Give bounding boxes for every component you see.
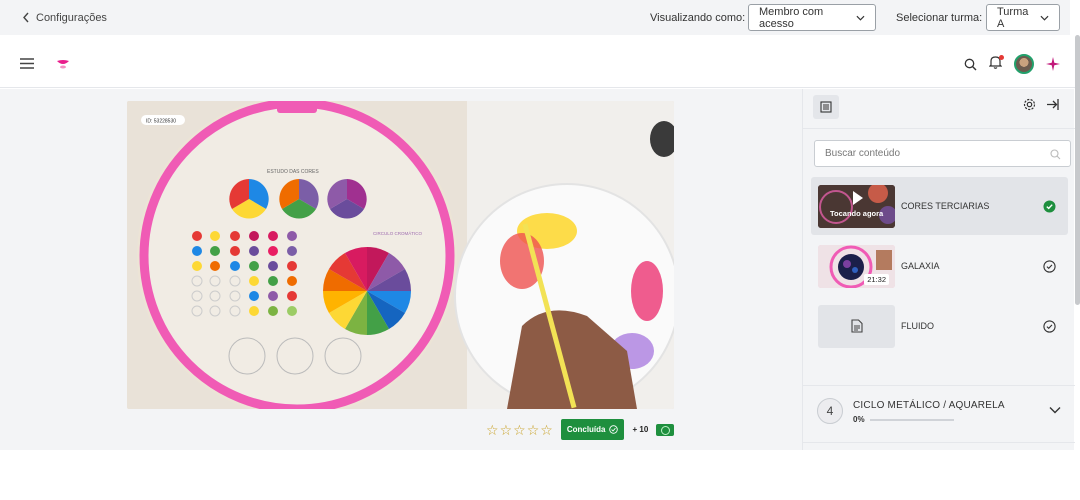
duration-badge: 21:32: [864, 273, 889, 285]
content-item-fluido[interactable]: FLUIDO: [811, 297, 1068, 355]
star-icon[interactable]: ☆: [486, 423, 499, 437]
check-circle-icon[interactable]: [1043, 259, 1056, 273]
list-icon: [820, 101, 832, 113]
view-as-value: Membro com acesso: [759, 5, 824, 30]
search-icon: [1050, 149, 1061, 160]
chevron-left-icon: [23, 12, 29, 23]
lesson-thumbnail: Tocando agora: [818, 184, 895, 228]
lesson-content: ID: 53228530 ESTUDO DAS CORES CIRCULO CR…: [0, 89, 802, 450]
notification-dot: [999, 54, 1004, 60]
primary-wheels: [229, 179, 367, 219]
sparkle-icon[interactable]: [1046, 57, 1060, 71]
content-item-title: CORES TERCIARIAS: [901, 201, 990, 211]
completed-button[interactable]: Concluída: [560, 419, 625, 440]
chevron-down-icon[interactable]: [1049, 406, 1061, 414]
content-item-cores-terciarias[interactable]: Tocando agora CORES TERCIARIAS: [811, 177, 1068, 235]
menu-icon[interactable]: [20, 58, 34, 69]
content-sidebar: Buscar conteúdo Tocando agora CORES TERC…: [802, 89, 1075, 450]
module-accordion[interactable]: 4 CICLO METÁLICO / AQUARELA 0%: [803, 385, 1075, 443]
module-title: CICLO METÁLICO / AQUARELA: [853, 400, 1005, 411]
top-bar: Configurações Visualizando como: Membro …: [0, 0, 1070, 35]
money-icon: [656, 423, 675, 436]
points-label: + 10: [632, 425, 649, 434]
class-select[interactable]: Turma A: [986, 4, 1060, 31]
sidebar-header-actions: [1023, 98, 1059, 111]
chevron-down-icon: [1040, 15, 1049, 21]
lesson-thumbnail: [818, 304, 895, 348]
class-label: Selecionar turma:: [896, 11, 983, 24]
view-as-select[interactable]: Membro com acesso: [748, 4, 876, 31]
content-item-title: FLUIDO: [901, 321, 935, 331]
module-number: 4: [817, 398, 843, 424]
back-label: Configurações: [36, 11, 107, 24]
avatar[interactable]: [1014, 54, 1034, 74]
content-item-galaxia[interactable]: 21:32 GALAXIA: [811, 237, 1068, 295]
video-frame: ID: 53228530 ESTUDO DAS CORES CIRCULO CR…: [127, 101, 674, 409]
star-icon[interactable]: ☆: [513, 423, 526, 437]
notifications-button[interactable]: [988, 54, 1004, 74]
video-id-label: ID: 53228530: [146, 119, 176, 125]
content-list-button[interactable]: [813, 95, 839, 119]
now-playing-label: Tocando agora: [830, 208, 884, 218]
view-as-label: Visualizando como:: [650, 11, 746, 24]
document-icon: [850, 319, 863, 333]
collapse-sidebar-icon[interactable]: [1046, 98, 1059, 111]
completed-label: Concluída: [566, 425, 606, 434]
sheet-title: ESTUDO DAS CORES: [267, 169, 319, 175]
thumbnail-image: [818, 184, 895, 228]
module-progress: 0%: [853, 415, 954, 424]
lesson-actions: ☆ ☆ ☆ ☆ ☆ Concluída + 10: [486, 419, 675, 440]
star-icon[interactable]: ☆: [500, 423, 513, 437]
lesson-thumbnail: 21:32: [818, 244, 895, 288]
content-item-title: GALAXIA: [901, 261, 940, 271]
wheel-label: CIRCULO CROMÁTICO: [373, 230, 423, 236]
star-icon[interactable]: ☆: [527, 423, 540, 437]
module-progress-bar: [869, 418, 954, 421]
module-progress-value: 0%: [853, 415, 865, 424]
settings-gear-icon[interactable]: [1023, 98, 1036, 111]
navbar-actions: [964, 54, 1060, 74]
search-icon[interactable]: [964, 58, 977, 71]
main-navbar: [0, 45, 1080, 88]
color-wheel: [323, 247, 411, 335]
back-to-settings-link[interactable]: Configurações: [22, 12, 107, 24]
brand-logo[interactable]: [56, 59, 70, 71]
video-player[interactable]: ID: 53228530 ESTUDO DAS CORES CIRCULO CR…: [127, 101, 674, 409]
check-circle-icon: [609, 425, 619, 434]
sidebar-header: [803, 89, 1075, 129]
completed-check-icon: [1043, 200, 1056, 212]
content-search-input[interactable]: Buscar conteúdo: [814, 140, 1071, 167]
chevron-down-icon: [856, 15, 865, 21]
star-rating[interactable]: ☆ ☆ ☆ ☆ ☆: [486, 423, 553, 437]
check-circle-icon[interactable]: [1043, 319, 1056, 333]
class-value: Turma A: [997, 5, 1029, 30]
search-placeholder: Buscar conteúdo: [825, 148, 901, 159]
star-icon[interactable]: ☆: [540, 423, 553, 437]
page-scrollbar[interactable]: [1075, 35, 1080, 305]
